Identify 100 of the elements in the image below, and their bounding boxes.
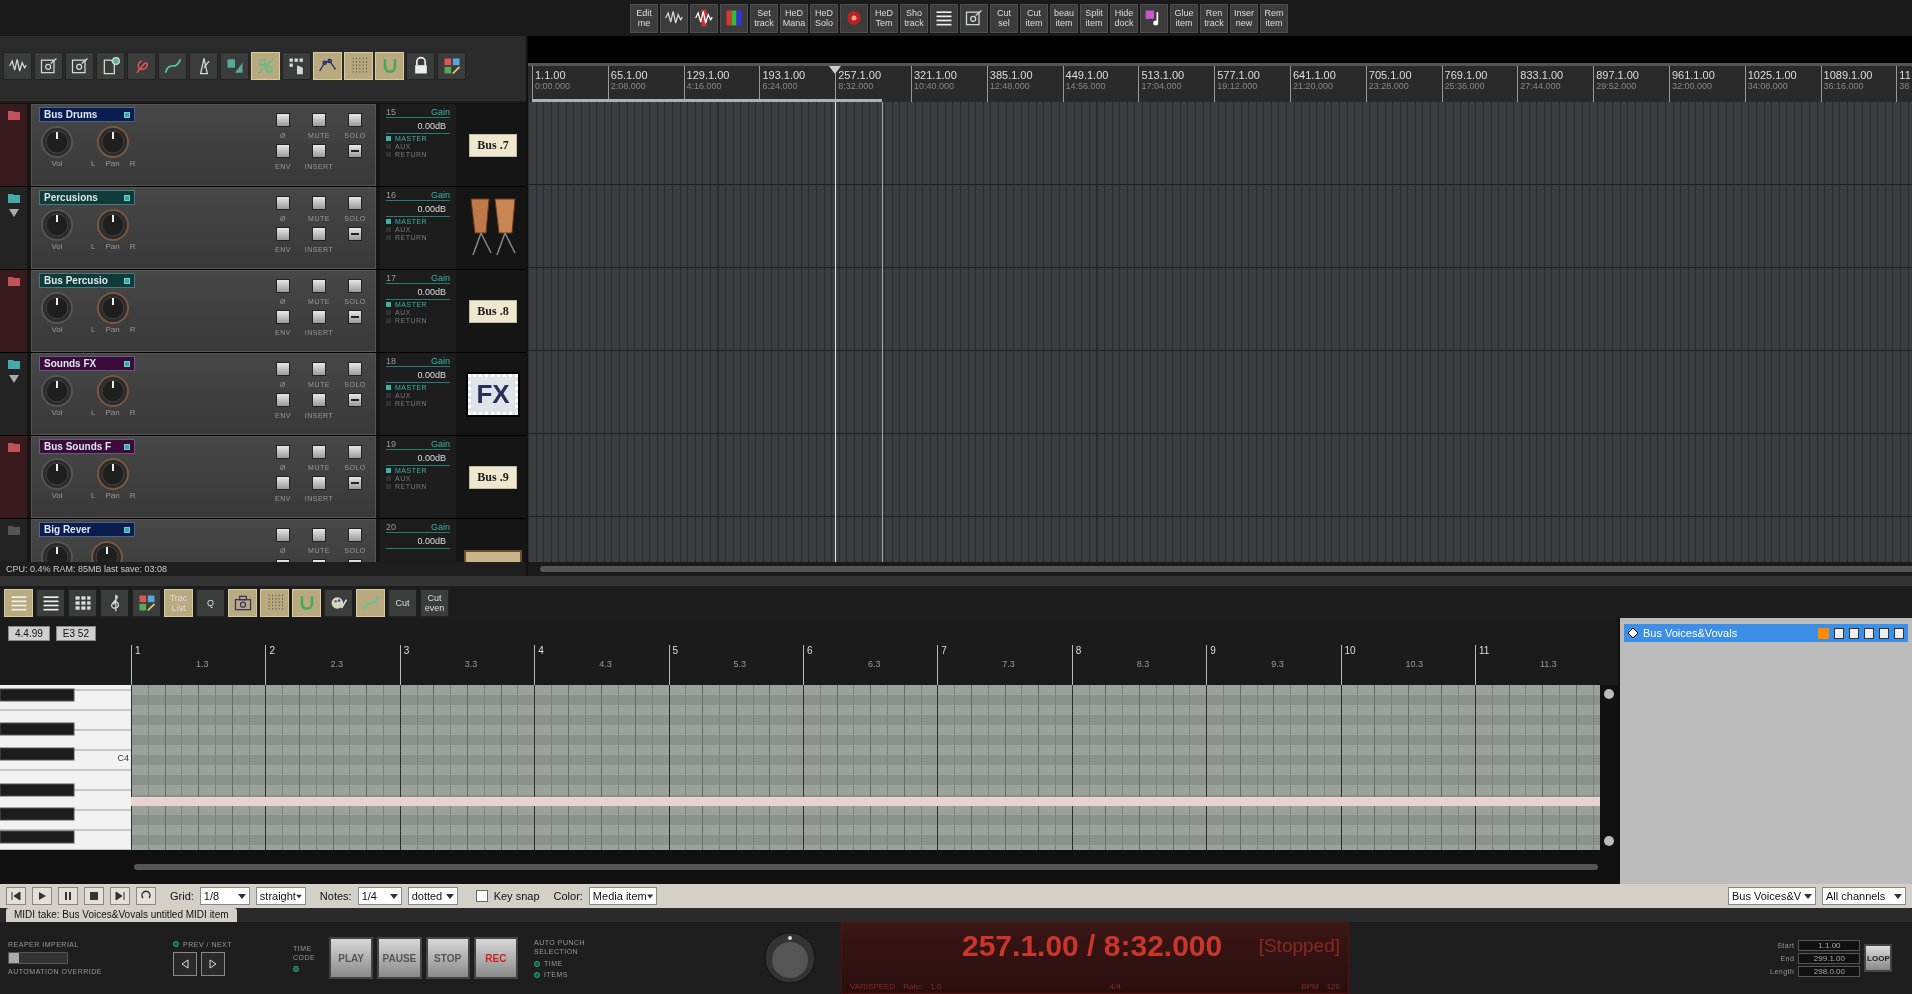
- phase-button[interactable]: [276, 528, 290, 542]
- toolbar-button[interactable]: Ren track: [1200, 3, 1228, 33]
- solo-button[interactable]: [348, 113, 362, 127]
- color-dropdown[interactable]: Media item: [588, 887, 657, 905]
- toolbar-button[interactable]: beau item: [1050, 3, 1078, 33]
- solo-button[interactable]: [348, 445, 362, 459]
- jog-knob[interactable]: [764, 932, 816, 984]
- channels-dropdown[interactable]: All channels: [1822, 887, 1906, 905]
- notes-type-dropdown[interactable]: dotted: [407, 887, 458, 905]
- collapse-arrow-icon[interactable]: [8, 209, 19, 217]
- grid-dropdown[interactable]: 1/8: [199, 887, 250, 905]
- toolbar-button[interactable]: Q: [196, 589, 225, 617]
- toolbar-button[interactable]: [65, 52, 94, 80]
- transport-button[interactable]: STOP: [425, 937, 470, 979]
- toolbar-button[interactable]: Inser new: [1230, 3, 1258, 33]
- toolbar-button[interactable]: [324, 589, 353, 617]
- mute-button[interactable]: [312, 362, 326, 376]
- minus-button[interactable]: [348, 227, 362, 241]
- start-field[interactable]: 1.1.00: [1798, 939, 1861, 951]
- toolbar-button[interactable]: [690, 3, 718, 33]
- toolbar-button[interactable]: Cut item: [1020, 3, 1048, 33]
- toolbar-button[interactable]: [96, 52, 125, 80]
- toolbar-button[interactable]: [437, 52, 466, 80]
- phase-button[interactable]: [276, 113, 290, 127]
- toolbar-button[interactable]: Sho track: [900, 3, 928, 33]
- toolbar-button[interactable]: [660, 3, 688, 33]
- toolbar-button[interactable]: [930, 3, 958, 33]
- toolbar-button[interactable]: Cut: [388, 589, 417, 617]
- transport-button[interactable]: [110, 887, 130, 905]
- toolbar-button[interactable]: [132, 589, 161, 617]
- transport-button[interactable]: [6, 887, 26, 905]
- solo-button[interactable]: [348, 362, 362, 376]
- toolbar-button[interactable]: Cut even: [420, 589, 449, 617]
- insert-button[interactable]: [312, 144, 326, 158]
- toolbar-button[interactable]: [100, 589, 129, 617]
- horizontal-scrollbar[interactable]: [0, 850, 1618, 884]
- toolbar-button[interactable]: HeD Tem: [870, 3, 898, 33]
- folder-icon[interactable]: [7, 276, 20, 286]
- envelope-button[interactable]: [276, 144, 290, 158]
- toolbar-button[interactable]: [36, 589, 65, 617]
- phase-button[interactable]: [276, 362, 290, 376]
- folder-icon[interactable]: [7, 193, 20, 203]
- grid-type-dropdown[interactable]: straight: [255, 887, 306, 905]
- toolbar-button[interactable]: Cut sel: [990, 3, 1018, 33]
- track-name[interactable]: Bus Percusio: [39, 273, 135, 288]
- folder-icon[interactable]: [7, 359, 20, 369]
- toolbar-button[interactable]: [34, 52, 63, 80]
- toolbar-button[interactable]: [158, 52, 187, 80]
- toolbar-button[interactable]: [406, 52, 435, 80]
- toolbar-button[interactable]: [189, 52, 218, 80]
- track-name[interactable]: Percusions: [39, 190, 135, 205]
- track-name[interactable]: Bus Sounds F: [39, 439, 135, 454]
- track-name[interactable]: Bus Drums: [39, 107, 135, 122]
- toolbar-button[interactable]: Rem item: [1260, 3, 1288, 33]
- phase-button[interactable]: [276, 196, 290, 210]
- track-name[interactable]: Big Rever: [39, 522, 135, 537]
- toolbar-button[interactable]: [720, 3, 748, 33]
- envelope-button[interactable]: [276, 310, 290, 324]
- toolbar-button[interactable]: [282, 52, 311, 80]
- envelope-button[interactable]: [276, 227, 290, 241]
- piano-keys-drawing[interactable]: [0, 685, 131, 850]
- phase-button[interactable]: [276, 445, 290, 459]
- toolbar-button[interactable]: [960, 3, 988, 33]
- insert-button[interactable]: [312, 476, 326, 490]
- solo-button[interactable]: [348, 196, 362, 210]
- length-field[interactable]: 298.0.00: [1798, 965, 1861, 977]
- transport-button[interactable]: [84, 887, 104, 905]
- toolbar-button[interactable]: Hide dock: [1110, 3, 1138, 33]
- mute-button[interactable]: [312, 113, 326, 127]
- transport-button[interactable]: [58, 887, 78, 905]
- toolbar-button[interactable]: [220, 52, 249, 80]
- end-field[interactable]: 299.1.00: [1798, 952, 1861, 964]
- solo-button[interactable]: [348, 279, 362, 293]
- minus-button[interactable]: [348, 393, 362, 407]
- channel-track-dropdown[interactable]: Bus Voices&V: [1728, 887, 1816, 905]
- track-name[interactable]: Sounds FX: [39, 356, 135, 371]
- minus-button[interactable]: [348, 476, 362, 490]
- toolbar-button[interactable]: [68, 589, 97, 617]
- minus-button[interactable]: [348, 144, 362, 158]
- minus-button[interactable]: [348, 310, 362, 324]
- vertical-scrollbar[interactable]: [1600, 685, 1618, 850]
- toolbar-button[interactable]: [3, 52, 32, 80]
- toolbar-button[interactable]: HeD Mana: [780, 3, 808, 33]
- mute-button[interactable]: [312, 196, 326, 210]
- insert-button[interactable]: [312, 227, 326, 241]
- toolbar-button[interactable]: Set track: [750, 3, 778, 33]
- transport-button[interactable]: [136, 887, 156, 905]
- toolbar-button[interactable]: Split item: [1080, 3, 1108, 33]
- take-tab[interactable]: MIDI take: Bus Voices&Vovals untitled MIDI item: [6, 908, 237, 922]
- next-button[interactable]: [201, 951, 225, 976]
- previous-button[interactable]: [173, 951, 197, 976]
- folder-icon[interactable]: [7, 442, 20, 452]
- insert-button[interactable]: [312, 310, 326, 324]
- transport-button[interactable]: [32, 887, 52, 905]
- mute-button[interactable]: [312, 445, 326, 459]
- horizontal-scrollbar[interactable]: [528, 562, 1912, 576]
- insert-button[interactable]: [312, 393, 326, 407]
- toolbar-button[interactable]: Glue item: [1170, 3, 1198, 33]
- phase-button[interactable]: [276, 279, 290, 293]
- notes-dropdown[interactable]: 1/4: [357, 887, 402, 905]
